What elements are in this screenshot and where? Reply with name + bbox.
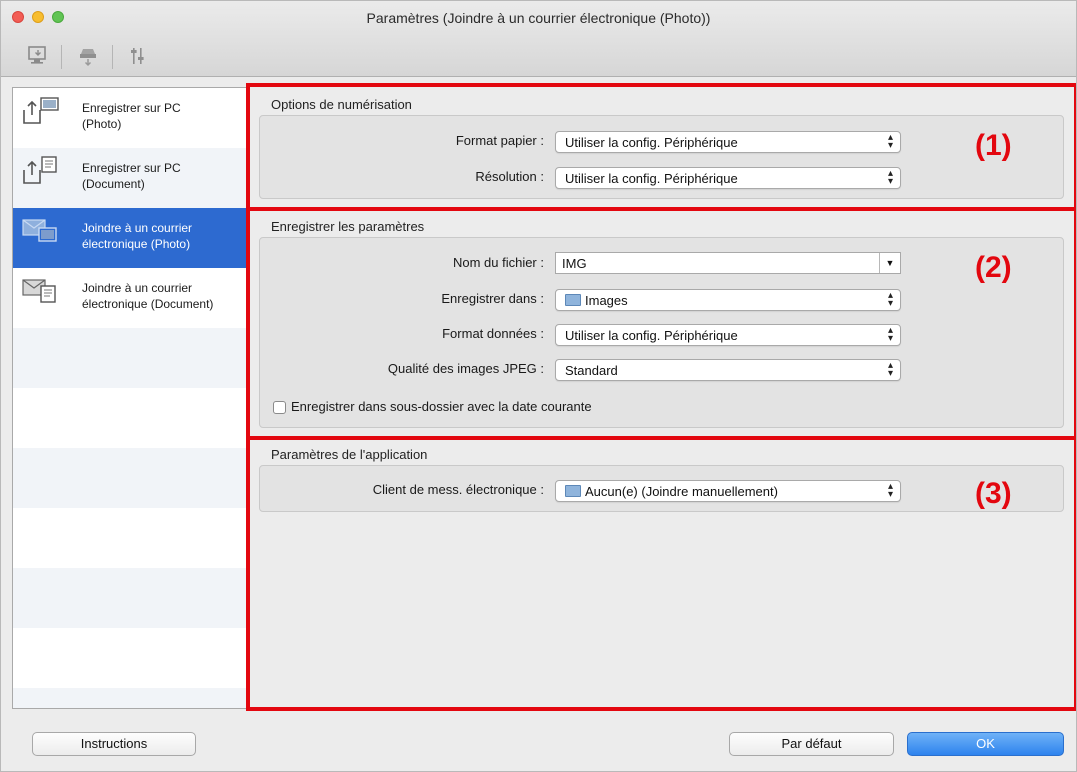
resolution-value: Utiliser la config. Périphérique — [565, 171, 738, 186]
file-name-label: Nom du fichier : — [452, 255, 544, 270]
toolbar-divider — [61, 45, 62, 69]
section-marker-2: (2) — [975, 251, 1012, 284]
jpeg-quality-select[interactable]: Standard ▴ ▾ — [555, 359, 901, 381]
sidebar-item-save-document[interactable]: Enregistrer sur PC (Document) — [13, 148, 247, 208]
sidebar-empty-row — [13, 568, 247, 628]
defaults-button[interactable]: Par défaut — [729, 732, 894, 756]
select-arrows-icon: ▴ ▾ — [887, 325, 893, 344]
mail-client-display: Aucun(e) (Joindre manuellement) — [565, 484, 778, 499]
scan-from-panel-icon — [80, 49, 96, 67]
scan-options-title: Options de numérisation — [271, 97, 412, 112]
paper-size-label: Format papier : — [455, 133, 544, 148]
sidebar-item-email-photo[interactable]: Joindre à un courrier électronique (Phot… — [13, 208, 247, 268]
save-in-display: Images — [565, 293, 628, 308]
toolbar-divider — [112, 45, 113, 69]
file-name-combobox[interactable]: IMG ▼ — [555, 252, 901, 274]
save-in-label: Enregistrer dans : — [441, 291, 544, 306]
ok-button[interactable]: OK — [907, 732, 1064, 756]
sidebar-item-label: Joindre à un courrier électronique (Docu… — [82, 281, 214, 311]
email-document-icon — [22, 279, 56, 303]
email-photo-icon — [22, 219, 57, 242]
scan-mode-list: Enregistrer sur PC (Photo) Enregistrer s… — [12, 87, 248, 709]
sidebar-item-label: Joindre à un courrier électronique (Phot… — [82, 221, 193, 251]
subfolder-date-checkbox[interactable] — [273, 401, 286, 414]
mail-client-value: Aucun(e) (Joindre manuellement) — [585, 484, 778, 499]
select-arrows-icon: ▴ ▾ — [887, 132, 893, 151]
paper-size-select[interactable]: Utiliser la config. Périphérique ▴ ▾ — [555, 131, 901, 153]
save-in-value: Images — [585, 293, 628, 308]
section-marker-3: (3) — [975, 477, 1012, 510]
window-title: Paramètres (Joindre à un courrier électr… — [366, 10, 711, 26]
dropdown-arrow-icon[interactable]: ▼ — [879, 253, 900, 273]
tab-scan-from-computer[interactable] — [17, 38, 59, 74]
select-arrows-icon: ▴ ▾ — [887, 481, 893, 500]
file-name-value: IMG — [562, 256, 587, 271]
select-arrows-icon: ▴ ▾ — [887, 360, 893, 379]
paper-size-value: Utiliser la config. Périphérique — [565, 135, 738, 150]
folder-icon — [565, 485, 581, 497]
save-photo-icon — [23, 97, 59, 124]
sidebar-item-email-document[interactable]: Joindre à un courrier électronique (Docu… — [13, 268, 247, 328]
settings-window: Paramètres (Joindre à un courrier électr… — [0, 0, 1077, 772]
data-format-select[interactable]: Utiliser la config. Périphérique ▴ ▾ — [555, 324, 901, 346]
app-settings-title: Paramètres de l'application — [271, 447, 428, 462]
save-settings-title: Enregistrer les paramètres — [271, 219, 425, 234]
jpeg-quality-label: Qualité des images JPEG : — [387, 361, 544, 376]
folder-icon — [565, 294, 581, 306]
resolution-select[interactable]: Utiliser la config. Périphérique ▴ ▾ — [555, 167, 901, 189]
resolution-label: Résolution : — [475, 169, 544, 184]
subfolder-date-label[interactable]: Enregistrer dans sous-dossier avec la da… — [291, 399, 592, 414]
sidebar-item-label: Enregistrer sur PC (Document) — [82, 161, 181, 191]
select-arrows-icon: ▴ ▾ — [887, 168, 893, 187]
tab-scan-from-panel[interactable] — [67, 38, 109, 74]
title-bar: Paramètres (Joindre à un courrier électr… — [1, 1, 1076, 77]
sidebar-empty-row — [13, 628, 247, 688]
mail-client-label: Client de mess. électronique : — [372, 482, 544, 497]
instructions-button[interactable]: Instructions — [32, 732, 196, 756]
jpeg-quality-value: Standard — [565, 363, 618, 378]
save-in-select[interactable]: Images ▴ ▾ — [555, 289, 901, 311]
save-document-icon — [23, 156, 57, 184]
mail-client-select[interactable]: Aucun(e) (Joindre manuellement) ▴ ▾ — [555, 480, 901, 502]
sidebar-empty-row — [13, 508, 247, 568]
select-arrows-icon: ▴ ▾ — [887, 290, 893, 309]
sidebar-empty-row — [13, 388, 247, 448]
data-format-value: Utiliser la config. Périphérique — [565, 328, 738, 343]
tab-general-settings[interactable] — [117, 38, 159, 74]
sidebar-item-label: Enregistrer sur PC (Photo) — [82, 101, 181, 131]
section-marker-1: (1) — [975, 129, 1012, 162]
sidebar-empty-row — [13, 448, 247, 508]
scan-from-computer-icon — [28, 46, 46, 64]
sidebar-empty-row — [13, 688, 247, 708]
data-format-label: Format données : — [442, 326, 544, 341]
general-settings-icon — [131, 48, 144, 64]
sidebar-item-save-photo[interactable]: Enregistrer sur PC (Photo) — [13, 88, 247, 148]
sidebar-empty-row — [13, 328, 247, 388]
